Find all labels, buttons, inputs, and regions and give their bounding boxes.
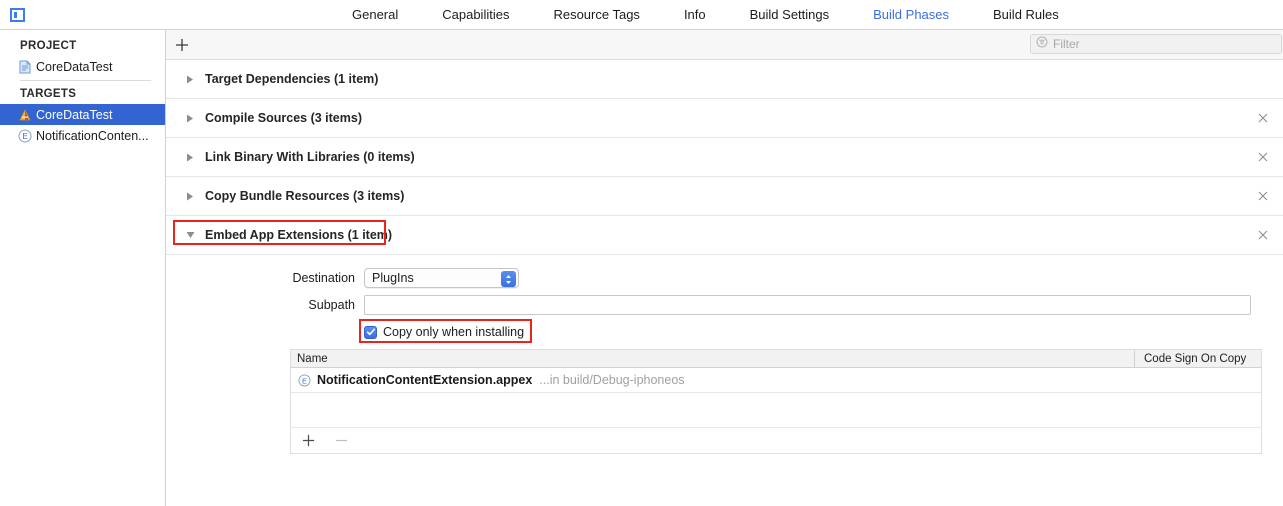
disclosure-triangle-collapsed-icon[interactable]	[185, 74, 195, 84]
project-document-icon	[18, 60, 32, 74]
build-phases-content: Filter Target Dependencies (1 item) Comp…	[166, 30, 1283, 506]
editor-tab-bar: General Capabilities Resource Tags Info …	[0, 0, 1283, 30]
build-phases-toolbar: Filter	[166, 30, 1283, 60]
embed-app-extensions-body: Destination PlugIns Subpath Copy only wh…	[166, 255, 1283, 454]
remove-phase-icon[interactable]	[1257, 151, 1269, 163]
remove-phase-icon[interactable]	[1257, 112, 1269, 124]
tab-list: General Capabilities Resource Tags Info …	[330, 0, 1081, 30]
filter-input[interactable]: Filter	[1030, 34, 1282, 54]
sidebar-item-label: CoreDataTest	[36, 59, 113, 74]
destination-row: Destination PlugIns	[166, 266, 1283, 290]
xcode-build-phases-window: General Capabilities Resource Tags Info …	[0, 0, 1283, 506]
extension-file-icon: E	[298, 373, 311, 387]
tab-info[interactable]: Info	[662, 0, 728, 30]
extension-target-icon: E	[18, 129, 32, 143]
sidebar-item-project-coredatatest[interactable]: CoreDataTest	[0, 56, 165, 77]
tab-capabilities[interactable]: Capabilities	[420, 0, 531, 30]
svg-text:E: E	[302, 376, 307, 385]
disclosure-triangle-expanded-icon[interactable]	[185, 230, 195, 240]
remove-phase-icon[interactable]	[1257, 190, 1269, 202]
sidebar-header-targets: TARGETS	[20, 88, 77, 100]
build-phase-title: Embed App Extensions (1 item)	[205, 228, 393, 242]
disclosure-triangle-collapsed-icon[interactable]	[185, 191, 195, 201]
build-phase-title: Target Dependencies (1 item)	[205, 72, 379, 86]
build-phase-title: Link Binary With Libraries (0 items)	[205, 150, 415, 164]
subpath-label: Subpath	[308, 298, 355, 312]
sidebar-item-target-notificationcontent[interactable]: E NotificationConten...	[0, 125, 165, 146]
sidebar-toggle-icon[interactable]	[8, 7, 26, 23]
disclosure-triangle-collapsed-icon[interactable]	[185, 152, 195, 162]
build-phase-copy-bundle-resources[interactable]: Copy Bundle Resources (3 items)	[166, 177, 1283, 216]
destination-select[interactable]: PlugIns	[364, 268, 519, 288]
tab-build-rules[interactable]: Build Rules	[971, 0, 1081, 30]
build-phase-embed-app-extensions[interactable]: Embed App Extensions (1 item)	[166, 216, 1283, 255]
copy-only-when-installing-checkbox[interactable]	[364, 325, 377, 339]
copy-only-when-installing-row: Copy only when installing	[166, 319, 1283, 343]
disclosure-triangle-collapsed-icon[interactable]	[185, 113, 195, 123]
build-phase-link-binary-with-libraries[interactable]: Link Binary With Libraries (0 items)	[166, 138, 1283, 177]
tab-build-phases[interactable]: Build Phases	[851, 0, 971, 30]
subpath-input[interactable]	[364, 295, 1251, 315]
sidebar-item-label: CoreDataTest	[36, 107, 113, 122]
add-build-phase-button[interactable]	[172, 35, 192, 55]
tab-build-settings[interactable]: Build Settings	[728, 0, 852, 30]
sidebar-header-project: PROJECT	[20, 40, 77, 52]
table-header-row: Name Code Sign On Copy	[291, 349, 1261, 368]
tab-resource-tags[interactable]: Resource Tags	[531, 0, 661, 30]
sidebar-item-target-coredatatest[interactable]: CoreDataTest	[0, 104, 165, 125]
copy-only-when-installing-label: Copy only when installing	[383, 325, 525, 339]
subpath-row: Subpath	[166, 293, 1283, 317]
embedded-files-table: Name Code Sign On Copy E NotificationCon…	[290, 349, 1262, 454]
table-footer	[291, 428, 1261, 454]
add-file-button[interactable]	[300, 433, 316, 449]
filter-icon	[1036, 35, 1048, 53]
remove-file-button[interactable]	[333, 433, 349, 449]
build-phase-title: Compile Sources (3 items)	[205, 111, 362, 125]
filter-placeholder: Filter	[1053, 37, 1080, 51]
column-header-code-sign-on-copy: Code Sign On Copy	[1134, 350, 1261, 367]
svg-text:E: E	[22, 132, 27, 141]
build-phase-compile-sources[interactable]: Compile Sources (3 items)	[166, 99, 1283, 138]
build-phase-target-dependencies[interactable]: Target Dependencies (1 item)	[166, 60, 1283, 99]
sidebar-item-label: NotificationConten...	[36, 128, 149, 143]
remove-phase-icon[interactable]	[1257, 229, 1269, 241]
table-empty-area	[291, 393, 1261, 428]
file-name: NotificationContentExtension.appex	[317, 373, 533, 387]
app-target-icon	[18, 108, 32, 122]
sidebar-divider	[20, 80, 151, 81]
file-path: ...in build/Debug-iphoneos	[539, 373, 685, 387]
column-header-name: Name	[297, 352, 328, 365]
tab-general[interactable]: General	[330, 0, 420, 30]
destination-label: Destination	[292, 271, 355, 285]
table-row[interactable]: E NotificationContentExtension.appex ...…	[291, 368, 1261, 393]
destination-value: PlugIns	[372, 271, 414, 285]
chevron-updown-icon[interactable]	[501, 271, 516, 287]
build-phase-title: Copy Bundle Resources (3 items)	[205, 189, 405, 203]
project-targets-sidebar: PROJECT CoreDataTest TARGETS CoreDataTes…	[0, 30, 166, 506]
